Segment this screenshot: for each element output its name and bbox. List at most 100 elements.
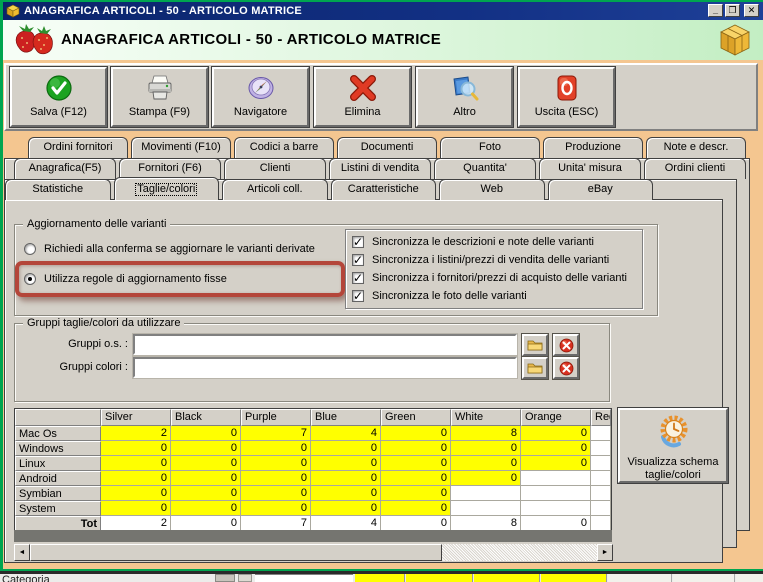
matrix-cell[interactable]: 0 — [241, 441, 311, 456]
page-title: ANAGRAFICA ARTICOLI - 50 - ARTICOLO MATR… — [61, 31, 442, 48]
tab-label: Anagrafica(F5) — [28, 162, 102, 174]
gruppi-os-clear-button[interactable] — [552, 333, 580, 357]
matrix-cell[interactable] — [591, 486, 611, 501]
matrix-cell[interactable]: 0 — [451, 441, 521, 456]
matrix-cell[interactable]: 0 — [311, 441, 381, 456]
tab-caratteristiche[interactable]: Caratteristiche — [330, 179, 436, 200]
matrix-cell[interactable]: 0 — [171, 486, 241, 501]
tab-listini-di-vendita[interactable]: Listini di vendita — [329, 158, 431, 179]
save-button[interactable]: Salva (F12) — [9, 66, 108, 128]
matrix-cell[interactable]: 0 — [521, 426, 591, 441]
matrix-cell[interactable]: 0 — [101, 441, 171, 456]
checkbox-sync-suppliers[interactable] — [352, 271, 364, 285]
matrix-cell[interactable]: 0 — [311, 456, 381, 471]
matrix-cell[interactable]: 0 — [101, 456, 171, 471]
matrix-cell[interactable]: 0 — [521, 441, 591, 456]
matrix-cell[interactable]: 7 — [241, 426, 311, 441]
maximize-button[interactable]: ❐ — [725, 4, 740, 17]
matrix-cell[interactable]: 0 — [381, 456, 451, 471]
matrix-cell[interactable]: 0 — [171, 501, 241, 516]
matrix-cell[interactable] — [591, 426, 611, 441]
tab-foto[interactable]: Foto — [440, 137, 540, 158]
matrix-cell[interactable] — [521, 471, 591, 486]
matrix-cell[interactable]: 0 — [451, 456, 521, 471]
tab-movimenti[interactable]: Movimenti (F10) — [131, 137, 231, 158]
matrix-cell[interactable]: 0 — [171, 426, 241, 441]
checkbox-sync-descriptions[interactable] — [352, 235, 364, 249]
tab-codici-a-barre[interactable]: Codici a barre — [234, 137, 334, 158]
tab-statistiche[interactable]: Statistiche — [5, 179, 111, 200]
matrix-cell[interactable] — [451, 501, 521, 516]
tab-label: Clienti — [259, 162, 291, 174]
matrix-cell[interactable] — [521, 501, 591, 516]
tab-articoli-coll[interactable]: Articoli coll. — [222, 179, 328, 200]
matrix-cell[interactable]: 4 — [311, 426, 381, 441]
matrix-cell[interactable]: 0 — [311, 486, 381, 501]
scroll-left-button[interactable]: ◄ — [14, 544, 30, 561]
scrollbar-thumb[interactable] — [30, 544, 442, 561]
matrix-cell[interactable]: 2 — [101, 426, 171, 441]
tab-clienti[interactable]: Clienti — [224, 158, 326, 179]
more-button[interactable]: Altro — [415, 66, 514, 128]
matrix-cell[interactable] — [451, 486, 521, 501]
checkbox-sync-photos[interactable] — [352, 289, 364, 303]
tab-ordini-fornitori[interactable]: Ordini fornitori — [28, 137, 128, 158]
matrix-cell[interactable]: 8 — [451, 426, 521, 441]
matrix-cell[interactable]: 0 — [171, 456, 241, 471]
matrix-cell[interactable]: 0 — [311, 501, 381, 516]
tab-documenti[interactable]: Documenti — [337, 137, 437, 158]
exit-button[interactable]: Uscita (ESC) — [517, 66, 616, 128]
tab-label: Articoli coll. — [246, 183, 303, 195]
tab-fornitori[interactable]: Fornitori (F6) — [119, 158, 221, 179]
matrix-cell[interactable]: 0 — [381, 426, 451, 441]
matrix-cell[interactable] — [591, 441, 611, 456]
close-button[interactable]: ✕ — [744, 4, 759, 17]
gruppi-os-input[interactable] — [132, 333, 518, 356]
matrix-cell[interactable]: 0 — [241, 486, 311, 501]
matrix-cell[interactable] — [591, 456, 611, 471]
view-schema-button[interactable]: Visualizza schema taglie/colori — [617, 407, 729, 484]
horizontal-scrollbar[interactable]: ◄ ► — [14, 544, 613, 561]
gruppi-colori-input[interactable] — [132, 356, 518, 379]
matrix-cell[interactable]: 0 — [241, 471, 311, 486]
minimize-button[interactable]: _ — [708, 4, 723, 17]
matrix-cell[interactable]: 0 — [521, 456, 591, 471]
matrix-cell[interactable] — [521, 486, 591, 501]
matrix-cell[interactable]: 0 — [381, 486, 451, 501]
delete-button[interactable]: Elimina — [313, 66, 412, 128]
matrix-cell[interactable]: 0 — [101, 471, 171, 486]
matrix-cell[interactable]: 0 — [101, 486, 171, 501]
print-button[interactable]: Stampa (F9) — [110, 66, 209, 128]
navigator-button[interactable]: Navigatore — [211, 66, 310, 128]
tab-ebay[interactable]: eBay — [547, 179, 653, 200]
matrix-cell[interactable]: 0 — [101, 501, 171, 516]
matrix-cell[interactable]: 0 — [241, 456, 311, 471]
tab-anagrafica[interactable]: Anagrafica(F5) — [14, 158, 116, 179]
tab-unita-misura[interactable]: Unita' misura — [539, 158, 641, 179]
gruppi-colori-clear-button[interactable] — [552, 356, 580, 380]
matrix-cell[interactable]: 0 — [241, 501, 311, 516]
radio-fixed-rules[interactable] — [24, 273, 36, 285]
gruppi-os-browse-button[interactable] — [521, 333, 549, 357]
matrix-cell[interactable] — [591, 501, 611, 516]
background-window-cell — [406, 574, 473, 582]
tab-produzione[interactable]: Produzione — [543, 137, 643, 158]
tab-taglie-colori[interactable]: Taglie/colori — [113, 177, 219, 200]
radio-fixed-rules-label: Utilizza regole di aggiornamento fisse — [44, 273, 227, 285]
tab-note-e-descr[interactable]: Note e descr. — [646, 137, 746, 158]
matrix-cell[interactable]: 0 — [311, 471, 381, 486]
scroll-right-button[interactable]: ► — [597, 544, 613, 561]
checkbox-sync-pricelists[interactable] — [352, 253, 364, 267]
matrix-cell[interactable] — [591, 471, 611, 486]
matrix-cell[interactable]: 0 — [381, 471, 451, 486]
tab-web[interactable]: Web — [439, 179, 545, 200]
matrix-cell[interactable]: 0 — [381, 501, 451, 516]
gruppi-colori-browse-button[interactable] — [521, 356, 549, 380]
matrix-cell[interactable]: 0 — [171, 441, 241, 456]
matrix-cell[interactable]: 0 — [171, 471, 241, 486]
tab-ordini-clienti[interactable]: Ordini clienti — [644, 158, 746, 179]
matrix-cell[interactable]: 0 — [451, 471, 521, 486]
matrix-cell[interactable]: 0 — [381, 441, 451, 456]
radio-confirm[interactable] — [24, 243, 36, 255]
tab-quantita[interactable]: Quantita' — [434, 158, 536, 179]
